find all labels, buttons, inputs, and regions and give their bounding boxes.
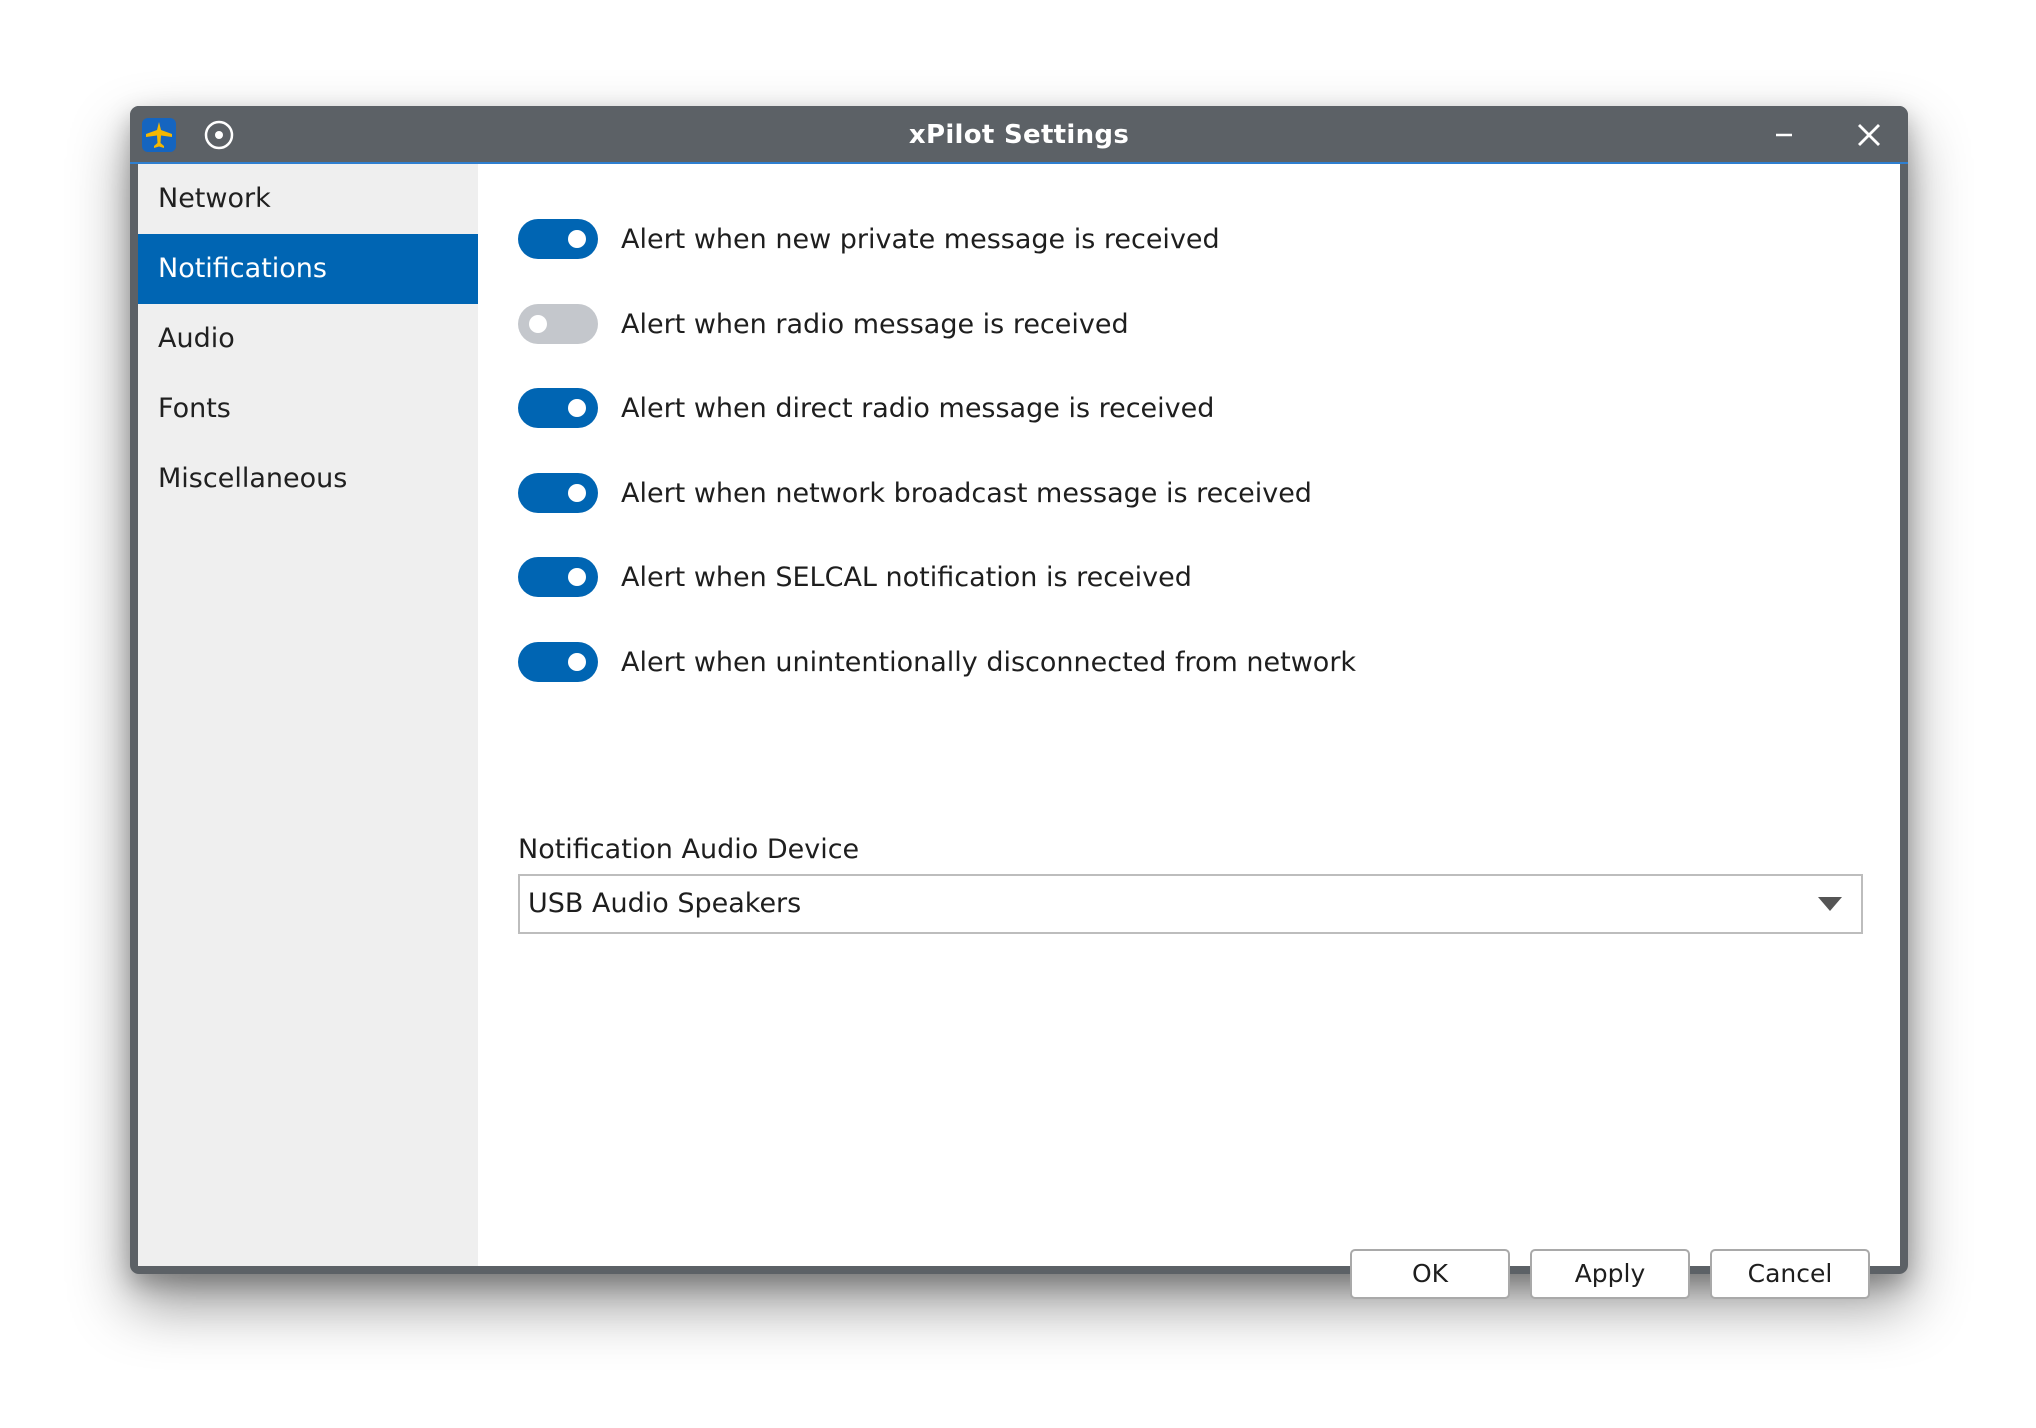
close-icon <box>1858 124 1880 146</box>
toggle-label: Alert when unintentionally disconnected … <box>621 646 1357 678</box>
sidebar-item-notifications[interactable]: Notifications <box>138 234 478 304</box>
toggle-knob <box>568 653 586 671</box>
cancel-button[interactable]: Cancel <box>1710 1249 1870 1299</box>
toggle-knob <box>568 568 586 586</box>
notifications-panel: Alert when new private message is receiv… <box>478 164 1900 1299</box>
toggle-row-private-message: Alert when new private message is receiv… <box>518 218 1220 260</box>
disconnected-toggle[interactable] <box>518 642 598 682</box>
toggle-label: Alert when radio message is received <box>621 308 1129 340</box>
sidebar-item-network[interactable]: Network <box>138 164 478 234</box>
audio-device-select[interactable]: USB Audio Speakers <box>518 874 1863 934</box>
toggle-row-direct-radio-message: Alert when direct radio message is recei… <box>518 387 1214 429</box>
title-bar[interactable]: xPilot Settings <box>130 106 1908 164</box>
toggle-label: Alert when network broadcast message is … <box>621 477 1312 509</box>
sidebar-item-fonts[interactable]: Fonts <box>138 374 478 444</box>
sidebar-item-audio[interactable]: Audio <box>138 304 478 374</box>
close-button[interactable] <box>1845 112 1893 158</box>
audio-device-value: USB Audio Speakers <box>528 888 802 919</box>
minimize-icon <box>1776 133 1792 137</box>
ok-button[interactable]: OK <box>1350 1249 1510 1299</box>
window-title: xPilot Settings <box>908 120 1130 150</box>
toggle-label: Alert when direct radio message is recei… <box>621 392 1215 424</box>
toggle-knob <box>568 484 586 502</box>
toggle-label: Alert when new private message is receiv… <box>621 223 1220 255</box>
settings-window: xPilot Settings Network Notifications Au… <box>130 106 1908 1299</box>
toggle-knob <box>529 315 547 333</box>
toggle-knob <box>568 230 586 248</box>
toggle-row-radio-message: Alert when radio message is received <box>518 303 1129 345</box>
apply-button[interactable]: Apply <box>1530 1249 1690 1299</box>
minimize-button[interactable] <box>1760 112 1808 158</box>
sidebar-item-miscellaneous[interactable]: Miscellaneous <box>138 444 478 514</box>
toggle-label: Alert when SELCAL notification is receiv… <box>621 561 1192 593</box>
private-message-toggle[interactable] <box>518 219 598 259</box>
toggle-row-broadcast-message: Alert when network broadcast message is … <box>518 472 1312 514</box>
toggle-row-disconnected: Alert when unintentionally disconnected … <box>518 641 1356 683</box>
broadcast-message-toggle[interactable] <box>518 473 598 513</box>
radio-message-toggle[interactable] <box>518 304 598 344</box>
settings-sidebar: Network Notifications Audio Fonts Miscel… <box>138 164 478 1266</box>
audio-device-label: Notification Audio Device <box>518 834 860 865</box>
toggle-row-selcal: Alert when SELCAL notification is receiv… <box>518 556 1192 598</box>
chevron-down-icon <box>1818 897 1842 911</box>
selcal-toggle[interactable] <box>518 557 598 597</box>
direct-radio-message-toggle[interactable] <box>518 388 598 428</box>
toggle-knob <box>568 399 586 417</box>
